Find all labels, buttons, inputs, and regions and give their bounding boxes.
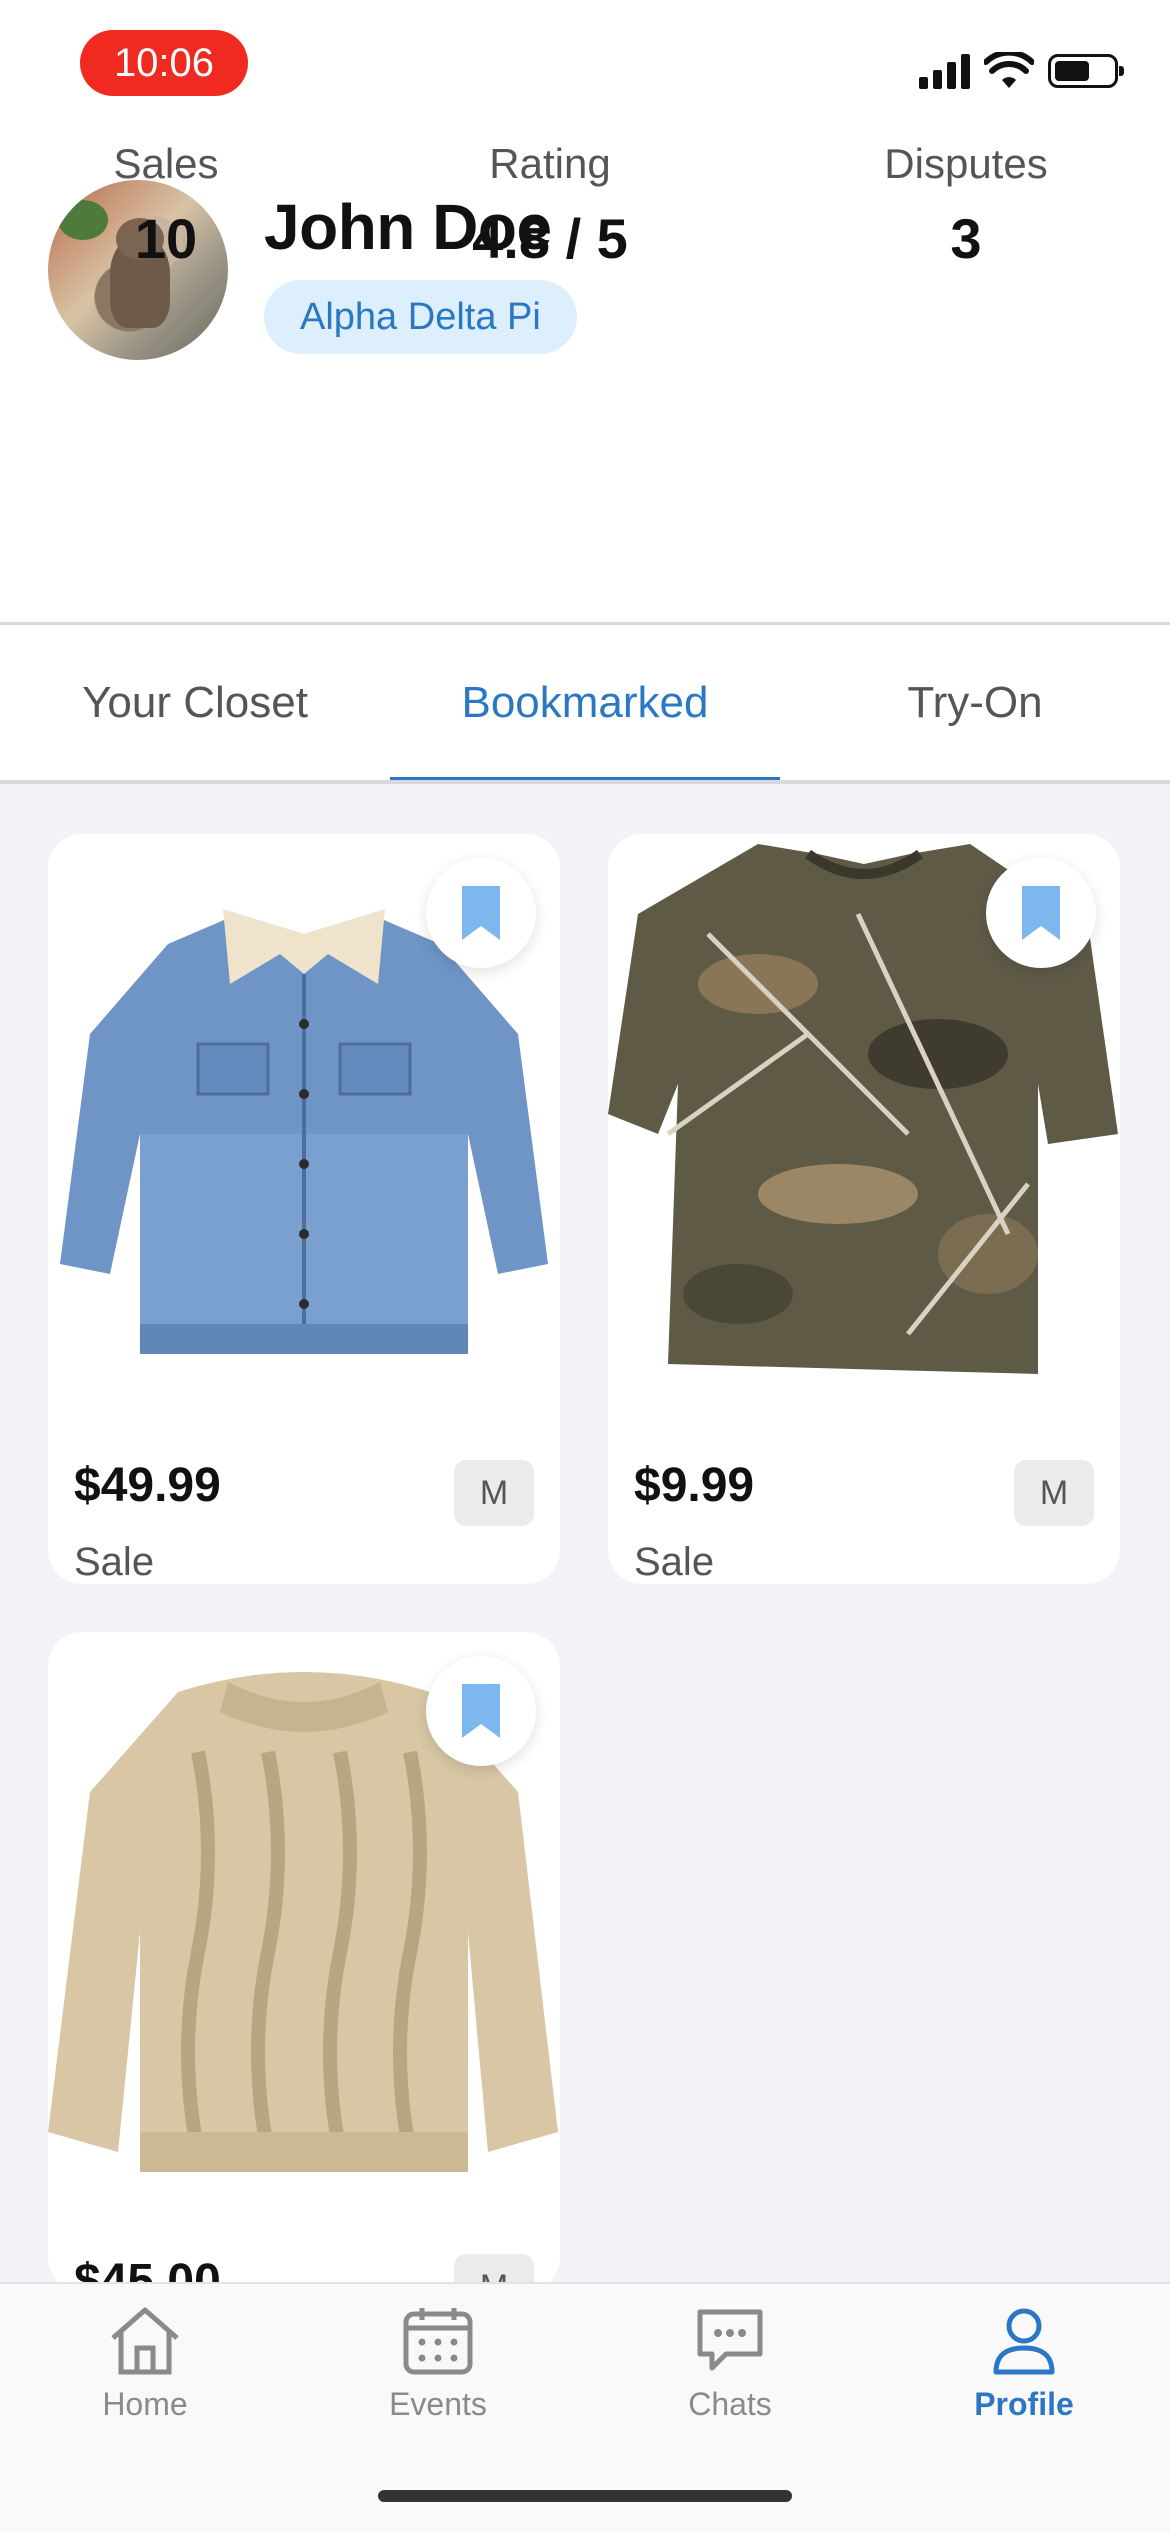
tab-bookmarked[interactable]: Bookmarked <box>390 625 780 780</box>
nav-label: Chats <box>688 2386 772 2422</box>
wifi-icon <box>984 52 1034 88</box>
item-status: Sale <box>74 1540 155 1584</box>
item-card[interactable]: $49.99 M Sale <box>48 834 560 1584</box>
bookmark-icon <box>462 1684 500 1738</box>
stat-sales: Sales 10 <box>66 140 266 271</box>
nav-chats[interactable]: Chats <box>630 2304 830 2423</box>
item-card[interactable]: $45.00 M <box>48 1632 560 2292</box>
stat-value: 4.8 / 5 <box>472 207 628 270</box>
bookmark-icon <box>1022 886 1060 940</box>
battery-icon <box>1048 54 1124 88</box>
status-icons <box>919 52 1124 90</box>
nav-label: Events <box>389 2386 487 2422</box>
calendar-icon <box>403 2308 473 2375</box>
item-price: $9.99 <box>634 1459 755 1512</box>
signal-icon <box>919 53 970 89</box>
nav-events[interactable]: Events <box>338 2304 538 2423</box>
bookmark-button[interactable] <box>426 1656 536 1766</box>
chat-icon <box>697 2309 763 2371</box>
nav-label: Profile <box>974 2386 1074 2422</box>
home-indicator[interactable] <box>378 2490 792 2502</box>
bookmark-icon <box>462 886 500 940</box>
profile-header: John Doe Alpha Delta Pi Sales 10 Rating … <box>0 140 1170 625</box>
organization-badge[interactable]: Alpha Delta Pi <box>264 280 577 354</box>
status-time: 10:06 <box>80 30 248 96</box>
tab-try-on[interactable]: Try-On <box>780 625 1170 780</box>
home-icon <box>111 2307 179 2375</box>
size-tag: M <box>1014 1460 1094 1526</box>
tab-your-closet[interactable]: Your Closet <box>0 625 390 780</box>
stat-label: Rating <box>489 140 611 187</box>
size-tag: M <box>454 1460 534 1526</box>
bookmark-button[interactable] <box>986 858 1096 968</box>
stat-label: Sales <box>113 140 219 187</box>
status-bar: 10:06 <box>0 0 1170 140</box>
stat-value: 3 <box>950 207 982 270</box>
nav-home[interactable]: Home <box>45 2304 245 2423</box>
item-price: $49.99 <box>74 1459 221 1512</box>
divider <box>0 780 1170 784</box>
stat-label: Disputes <box>884 140 1048 187</box>
nav-profile[interactable]: Profile <box>924 2304 1124 2423</box>
tab-bar: Your Closet Bookmarked Try-On <box>0 625 1170 783</box>
stat-rating: Rating 4.8 / 5 <box>400 140 700 271</box>
item-card[interactable]: $9.99 M Sale <box>608 834 1120 1584</box>
stat-disputes: Disputes 3 <box>836 140 1096 271</box>
nav-label: Home <box>102 2386 188 2422</box>
item-status: Sale <box>634 1540 715 1584</box>
person-icon <box>993 2308 1055 2375</box>
bookmark-button[interactable] <box>426 858 536 968</box>
stat-value: 10 <box>134 207 198 270</box>
